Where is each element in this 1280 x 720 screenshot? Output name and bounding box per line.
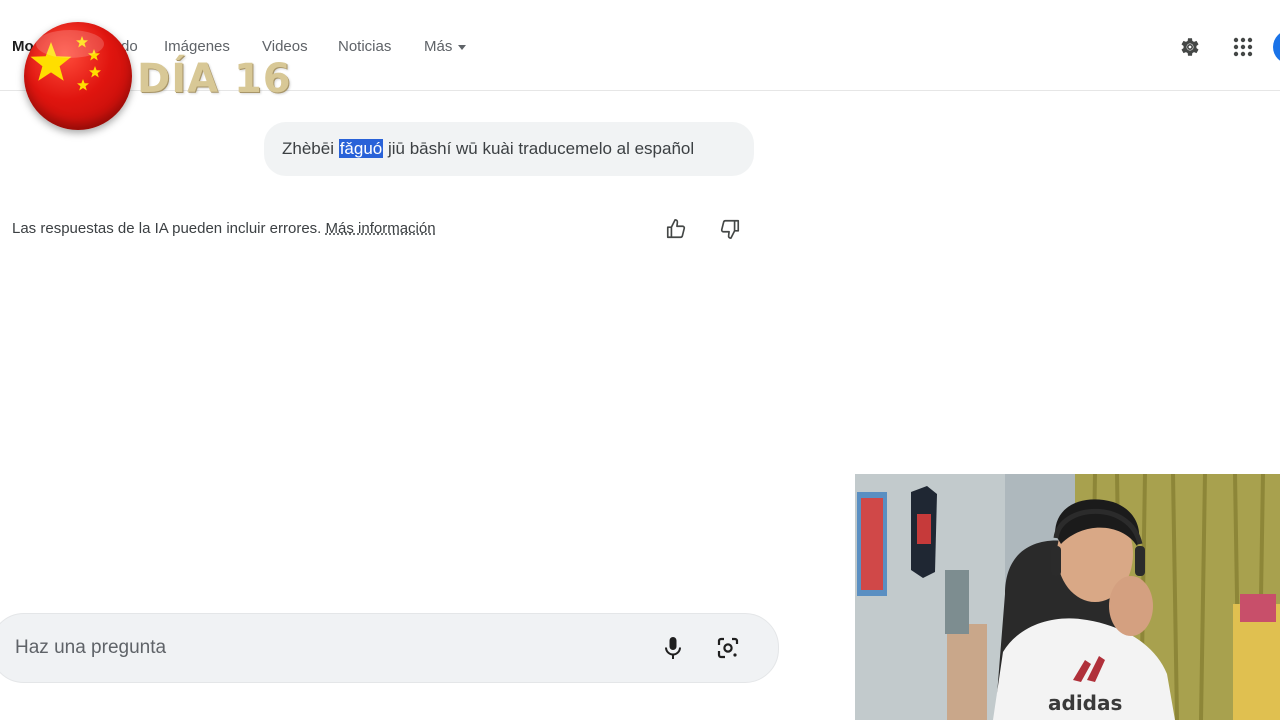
gear-icon[interactable] — [1177, 34, 1203, 60]
webcam-image: adidas — [855, 474, 1280, 720]
webcam-feed: adidas — [855, 474, 1280, 720]
apps-grid-icon[interactable] — [1230, 34, 1256, 60]
tab-news[interactable]: Noticias — [338, 38, 391, 55]
tab-videos[interactable]: Videos — [262, 38, 308, 55]
tab-more[interactable]: Más — [424, 38, 467, 55]
ask-input[interactable] — [13, 636, 577, 660]
thumbs-up-icon[interactable] — [663, 216, 689, 242]
query-text-end: jiū bāshí wū kuài traducemelo al español — [383, 139, 695, 158]
china-flag-badge — [24, 22, 132, 130]
ask-box — [0, 613, 779, 683]
disclaimer-text: Las respuestas de la IA pueden incluir e… — [12, 220, 326, 237]
thumbs-down-icon[interactable] — [717, 216, 743, 242]
more-info-link[interactable]: Más información — [326, 220, 436, 237]
china-flag-stars — [30, 30, 104, 91]
account-avatar[interactable] — [1273, 30, 1280, 64]
user-query-bubble: Zhèbēi fǎguó jiū bāshí wū kuài traduceme… — [264, 122, 754, 176]
user-query-text: Zhèbēi fǎguó jiū bāshí wū kuài traduceme… — [282, 139, 694, 159]
query-highlighted-word: fǎguó — [338, 139, 384, 158]
tab-images[interactable]: Imágenes — [164, 38, 230, 55]
tab-more-label: Más — [424, 38, 453, 55]
ai-disclaimer: Las respuestas de la IA pueden incluir e… — [12, 220, 436, 237]
svg-text:adidas: adidas — [1048, 691, 1122, 715]
microphone-icon[interactable] — [659, 634, 687, 662]
query-text-start: Zhèbēi — [282, 139, 339, 158]
caret-down-icon — [458, 44, 467, 50]
google-lens-icon[interactable] — [714, 634, 742, 662]
day-counter-label: DÍA 16 — [137, 56, 292, 102]
